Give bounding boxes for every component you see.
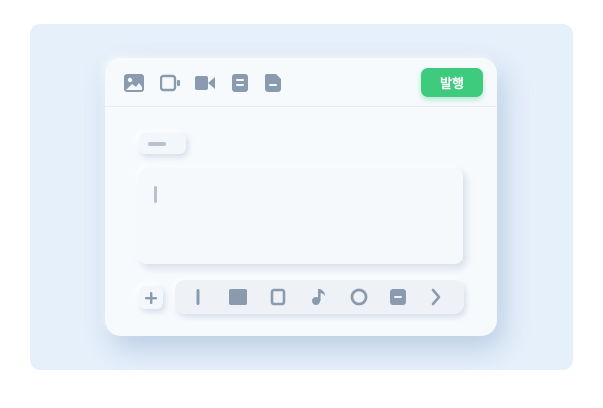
text-icon[interactable] — [187, 287, 209, 307]
video-card-icon[interactable] — [160, 73, 182, 93]
chevron-right-icon[interactable] — [425, 287, 447, 307]
plus-icon — [145, 291, 157, 304]
top-toolbar: 발행 — [105, 58, 497, 107]
frame-icon[interactable] — [267, 287, 289, 307]
document-icon[interactable] — [229, 73, 251, 93]
list-icon[interactable] — [387, 287, 409, 307]
video-camera-icon[interactable] — [194, 73, 216, 93]
editor-window: 발행 — [105, 58, 497, 336]
text-caret — [154, 186, 157, 203]
content-editor[interactable] — [139, 168, 463, 264]
title-field[interactable] — [139, 133, 186, 154]
circle-icon[interactable] — [348, 287, 370, 307]
block-icon[interactable] — [227, 287, 249, 307]
note-icon[interactable] — [262, 73, 284, 93]
format-toolbar — [175, 280, 464, 314]
music-note-icon[interactable] — [308, 287, 330, 307]
add-block-button[interactable] — [139, 286, 163, 309]
title-placeholder-bar — [148, 142, 166, 146]
image-icon[interactable] — [123, 73, 145, 93]
publish-button[interactable]: 발행 — [421, 68, 483, 97]
